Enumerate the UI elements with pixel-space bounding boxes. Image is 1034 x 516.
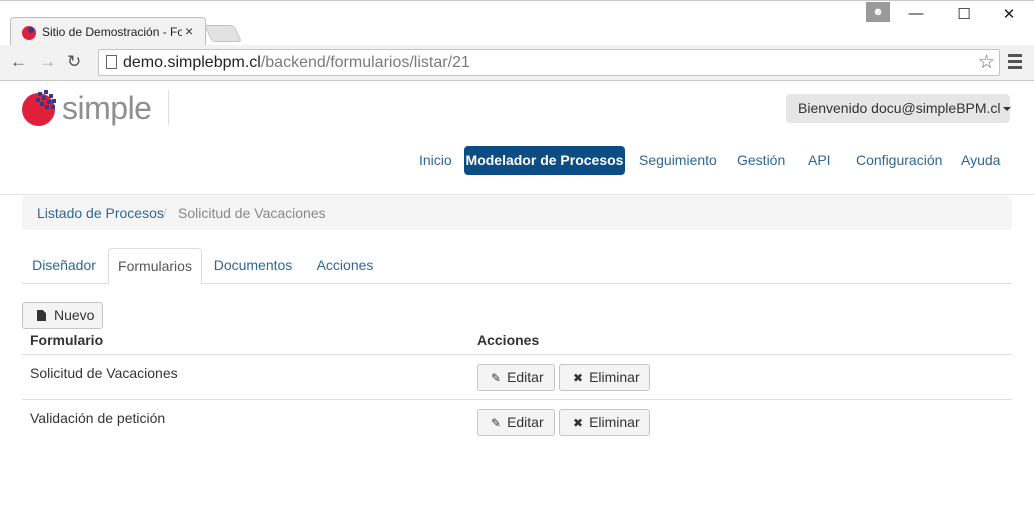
delete-label: Eliminar xyxy=(589,414,640,430)
delete-button[interactable]: ✖ Eliminar xyxy=(559,409,650,436)
maximize-icon[interactable]: ☐ xyxy=(949,5,979,25)
delete-button[interactable]: ✖ Eliminar xyxy=(559,364,650,391)
browser-tab[interactable]: Sitio de Demostración - Fo × xyxy=(10,17,206,46)
tab-acciones[interactable]: Acciones xyxy=(304,248,386,284)
tab-documentos[interactable]: Documentos xyxy=(205,248,301,284)
breadcrumb-link[interactable]: Listado de Procesos xyxy=(37,205,164,221)
edit-label: Editar xyxy=(507,414,544,430)
table-row: Validación de petición ✎ Editar ✖ Eliminar xyxy=(22,399,1012,444)
url-text: demo.simplebpm.cl/backend/formularios/li… xyxy=(123,54,470,71)
form-name: Validación de petición xyxy=(30,410,166,426)
new-form-button[interactable]: Nuevo xyxy=(22,302,103,329)
user-profile-icon[interactable]: ☻ xyxy=(866,2,890,22)
delete-icon: ✖ xyxy=(573,416,584,430)
new-form-label: Nuevo xyxy=(54,307,95,323)
edit-button[interactable]: ✎ Editar xyxy=(477,409,555,436)
browser-titlebar: Sitio de Demostración - Fo × ☻ — ☐ ✕ xyxy=(0,0,1034,46)
user-dropdown-button[interactable]: Bienvenido docu@simpleBPM.cl xyxy=(786,94,1011,123)
minimize-icon[interactable]: — xyxy=(901,5,931,25)
form-name: Solicitud de Vacaciones xyxy=(30,365,178,381)
caret-down-icon xyxy=(1002,107,1011,112)
tab-disenador[interactable]: Diseñador xyxy=(22,248,106,284)
address-bar[interactable]: demo.simplebpm.cl/backend/formularios/li… xyxy=(98,49,1000,76)
reload-icon[interactable]: ↻ xyxy=(67,52,81,72)
forward-icon[interactable]: → xyxy=(39,52,56,72)
back-icon[interactable]: ← xyxy=(10,52,27,72)
logo[interactable]: simple xyxy=(22,90,172,130)
nav-seguimiento[interactable]: Seguimiento xyxy=(639,146,717,175)
new-tab-button[interactable] xyxy=(204,25,242,42)
bookmark-star-icon[interactable]: ☆ xyxy=(978,51,995,74)
nav-inicio[interactable]: Inicio xyxy=(419,146,452,175)
process-tabs: Diseñador Formularios Documentos Accione… xyxy=(22,248,1012,285)
file-icon xyxy=(37,310,46,321)
nav-api[interactable]: API xyxy=(808,146,831,175)
column-header-formulario: Formulario xyxy=(30,332,104,348)
edit-button[interactable]: ✎ Editar xyxy=(477,364,555,391)
tab-formularios[interactable]: Formularios xyxy=(108,248,202,285)
edit-icon: ✎ xyxy=(491,416,502,430)
tab-close-icon[interactable]: × xyxy=(185,23,193,39)
page-icon xyxy=(106,55,117,69)
delete-label: Eliminar xyxy=(589,369,640,385)
table-row: Solicitud de Vacaciones ✎ Editar ✖ Elimina… xyxy=(22,354,1012,399)
logo-text: simple xyxy=(62,90,152,126)
header-divider xyxy=(168,90,169,125)
page: simple Bienvenido docu@simpleBPM.cl Inic… xyxy=(0,82,1034,516)
close-window-icon[interactable]: ✕ xyxy=(994,5,1024,25)
delete-icon: ✖ xyxy=(573,371,584,385)
nav-configuracion[interactable]: Configuración xyxy=(856,146,942,175)
favicon-icon xyxy=(22,26,36,40)
nav-ayuda[interactable]: Ayuda xyxy=(961,146,1000,175)
nav-gestion[interactable]: Gestión xyxy=(737,146,785,175)
logo-dots-icon xyxy=(34,90,56,112)
user-greeting: Bienvenido docu@simpleBPM.cl xyxy=(798,100,1001,116)
column-header-acciones: Acciones xyxy=(477,332,540,348)
breadcrumb-separator: / xyxy=(163,205,167,221)
nav-modelador-de-procesos[interactable]: Modelador de Procesos xyxy=(464,146,625,175)
edit-label: Editar xyxy=(507,369,544,385)
browser-toolbar: ← → ↻ demo.simplebpm.cl/backend/formular… xyxy=(0,45,1034,81)
breadcrumb-current: Solicitud de Vacaciones xyxy=(178,205,326,221)
breadcrumb: Listado de Procesos / Solicitud de Vacac… xyxy=(22,196,1012,230)
edit-icon: ✎ xyxy=(491,371,502,385)
header-divider-line xyxy=(0,194,1034,195)
browser-menu-icon[interactable] xyxy=(1008,54,1022,72)
tab-title: Sitio de Demostración - Fo xyxy=(42,25,182,39)
